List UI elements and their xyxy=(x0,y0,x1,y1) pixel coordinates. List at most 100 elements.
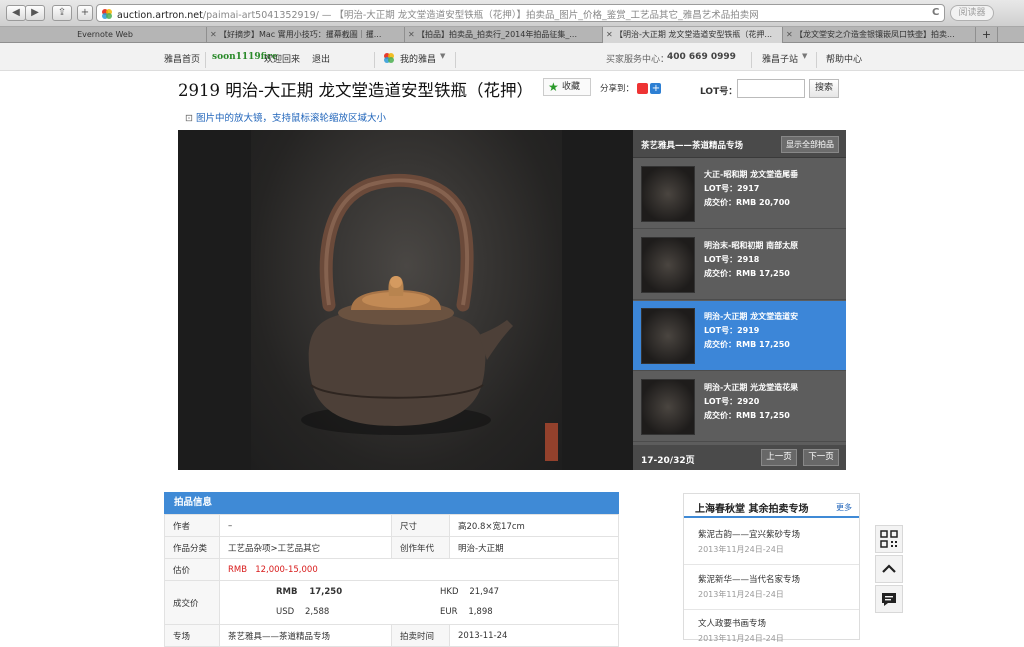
tab-evernote[interactable]: Evernote Web xyxy=(0,27,207,43)
thumb-price: 成交价：RMB 17,250 xyxy=(704,269,790,278)
prev-page-button[interactable]: 上一页 xyxy=(761,449,797,466)
chevron-down-icon[interactable]: ▼ xyxy=(440,52,445,60)
tab-auction-items[interactable]: ✕ 【拍品】拍卖品_拍卖行_2014年拍品征集_... xyxy=(405,27,603,43)
deal-values: RMB 17,250 HKD 21,947 USD 2,588 EUR 1,89… xyxy=(219,580,619,625)
share-plus-icon[interactable]: + xyxy=(650,83,662,94)
back-button[interactable]: ◀ xyxy=(6,5,26,21)
url-path: /paimai-art5041352919/ — 【明治-大正期 龙文堂造道安型… xyxy=(202,10,759,21)
thumb-lot: LOT号：2917 xyxy=(704,184,760,193)
panel-header: 茶艺雅具——茶道精品专场 显示全部拍品 xyxy=(633,130,846,158)
estimate-value: RMB 12,000-15,000 xyxy=(219,558,619,581)
forward-button[interactable]: ▶ xyxy=(25,5,45,21)
share-button[interactable]: ⇪ xyxy=(52,5,72,21)
kettle-thumbnail xyxy=(641,379,695,435)
page-count: 17-20/32页 xyxy=(641,456,695,466)
next-page-button[interactable]: 下一页 xyxy=(803,449,839,466)
share-label: 分享到： xyxy=(600,84,635,94)
weibo-icon[interactable] xyxy=(636,83,648,94)
era-value: 明治-大正期 xyxy=(449,536,619,559)
lot-thumb-item[interactable]: 明治末-昭和初期 南部太原 LOT号：2918 成交价：RMB 17,250 xyxy=(633,230,846,300)
zoom-hint-text: 图片中的放大镜，支持鼠标滚轮缩放区域大小 xyxy=(196,113,387,124)
tab-mac-tips[interactable]: ✕ 【好摘步】Mac 實用小技巧：攫幕截圖｜攫... xyxy=(207,27,405,43)
session-list-item[interactable]: 紫泥新华——当代名家专场 2013年11月24日-24日 xyxy=(698,573,848,600)
table-row: 估价 RMB 12,000-15,000 xyxy=(164,558,619,581)
author-key: 作者 xyxy=(164,514,220,537)
close-icon[interactable]: ✕ xyxy=(210,27,217,43)
lot-photo[interactable] xyxy=(251,130,562,470)
estimate-amount: 12,000-15,000 xyxy=(255,564,318,575)
close-icon[interactable]: ✕ xyxy=(408,27,415,43)
iron-kettle-image xyxy=(301,173,513,435)
reload-icon[interactable]: C xyxy=(932,7,939,18)
hkd-amount: 21,947 xyxy=(469,587,500,597)
thumb-name: 明治-大正期 光龙堂造花果 xyxy=(704,383,799,392)
chevron-down-icon[interactable]: ▼ xyxy=(802,52,807,60)
close-icon[interactable]: ✕ xyxy=(606,27,613,43)
page-title: 2919 明治-大正期 龙文堂造道安型铁瓶（花押） xyxy=(178,81,534,100)
category-key: 作品分类 xyxy=(164,536,220,559)
favorite-button[interactable]: ★ 收藏 xyxy=(543,78,591,96)
thumb-price: 成交价：RMB 20,700 xyxy=(704,198,790,207)
browser-toolbar: ◀ ▶ ⇪ + auction.artron.net/paimai-art504… xyxy=(0,0,1024,27)
lot-search-button[interactable]: 搜索 xyxy=(809,79,839,98)
session-list-item[interactable]: 紫泥古韵——宜兴紫砂专场 2013年11月24日-24日 xyxy=(698,528,848,555)
site-favicon-icon xyxy=(102,9,112,19)
table-row: 作者 – 尺寸 高20.8×宽17cm xyxy=(164,514,619,537)
other-sessions-box: 上海春秋堂 其余拍卖专场 更多 紫泥古韵——宜兴紫砂专场 2013年11月24日… xyxy=(683,493,860,643)
panel-title: 茶艺雅具——茶道精品专场 xyxy=(641,141,744,151)
address-bar[interactable]: auction.artron.net/paimai-art5041352919/… xyxy=(96,4,945,22)
thumb-price: 成交价：RMB 17,250 xyxy=(704,340,790,349)
feedback-icon[interactable] xyxy=(875,585,903,613)
thumb-name: 明治末-昭和初期 南部太原 xyxy=(704,241,799,250)
lot-thumb-item-selected[interactable]: 明治-大正期 龙文堂造道安 LOT号：2919 成交价：RMB 17,250 xyxy=(633,301,846,371)
deal-key: 成交价 xyxy=(164,580,220,625)
site-top-nav: 雅昌首页 soon1119fire 欢迎回来 退出 我的雅昌 ▼ 买家服务中心：… xyxy=(0,43,1024,71)
lot-info-header: 拍品信息 xyxy=(164,492,619,514)
seal-stamp xyxy=(545,423,558,461)
session-name[interactable]: 紫泥古韵——宜兴紫砂专场 xyxy=(698,528,848,540)
more-link[interactable]: 更多 xyxy=(836,502,852,513)
close-icon[interactable]: ✕ xyxy=(786,27,793,43)
category-value: 工艺品杂项>工艺品其它 xyxy=(219,536,392,559)
size-key: 尺寸 xyxy=(391,514,450,537)
tab-kettle-lot[interactable]: ✕ 【龙文堂安之介造金银镶嵌凤口铁壶】拍卖... xyxy=(783,27,976,43)
estimate-key: 估价 xyxy=(164,558,220,581)
qr-code-icon[interactable] xyxy=(875,525,903,553)
show-all-button[interactable]: 显示全部拍品 xyxy=(781,136,839,153)
tab-label: 【明治-大正期 龙文堂造道安型铁瓶（花押... xyxy=(615,30,773,39)
tab-current-lot[interactable]: ✕ 【明治-大正期 龙文堂造道安型铁瓶（花押... xyxy=(603,27,783,43)
kettle-thumbnail xyxy=(641,166,695,222)
session-name[interactable]: 文人政要书画专场 xyxy=(698,617,848,629)
url-text: auction.artron.net/paimai-art5041352919/… xyxy=(117,7,927,21)
back-to-top-icon[interactable] xyxy=(875,555,903,583)
new-tab-button[interactable]: + xyxy=(77,5,93,21)
image-viewer[interactable] xyxy=(178,130,633,470)
lot-search-label: LOT号： xyxy=(700,87,738,97)
table-row: 成交价 RMB 17,250 HKD 21,947 USD 2,588 EUR … xyxy=(164,580,619,625)
my-yachang-menu[interactable]: 我的雅昌 xyxy=(400,52,436,65)
session-date: 2013年11月24日-24日 xyxy=(698,634,784,643)
lot-search-input[interactable] xyxy=(737,79,805,98)
estimate-currency: RMB xyxy=(228,564,248,575)
lot-thumb-item[interactable]: 明治-大正期 光龙堂造花果 LOT号：2920 成交价：RMB 17,250 xyxy=(633,372,846,442)
favorite-label: 收藏 xyxy=(562,82,581,92)
nav-home-link[interactable]: 雅昌首页 xyxy=(164,52,200,65)
session-value[interactable]: 茶艺雅具——茶道精品专场 xyxy=(219,624,392,647)
thumb-lot: LOT号：2920 xyxy=(704,397,760,406)
author-value: – xyxy=(219,514,392,537)
service-label: 买家服务中心： xyxy=(606,55,670,65)
session-name[interactable]: 紫泥新华——当代名家专场 xyxy=(698,573,848,585)
lot-thumb-item[interactable]: 大正-昭和期 龙文堂造尾垂 LOT号：2917 成交价：RMB 20,700 xyxy=(633,159,846,229)
reader-button[interactable]: 阅读器 xyxy=(950,5,994,21)
lot-thumbnail-panel: 茶艺雅具——茶道精品专场 显示全部拍品 大正-昭和期 龙文堂造尾垂 LOT号：2… xyxy=(633,130,846,470)
kettle-thumbnail xyxy=(641,237,695,293)
service-phone: 400 669 0999 xyxy=(667,52,736,62)
substations-menu[interactable]: 雅昌子站 xyxy=(762,52,798,65)
rmb-amount: 17,250 xyxy=(309,587,343,597)
zoom-hint: ⊡ 图片中的放大镜，支持鼠标滚轮缩放区域大小 xyxy=(185,110,386,124)
new-tab-plus-icon[interactable]: + xyxy=(976,27,998,43)
logout-link[interactable]: 退出 xyxy=(312,52,330,65)
help-center-link[interactable]: 帮助中心 xyxy=(826,52,862,65)
thumb-price: 成交价：RMB 17,250 xyxy=(704,411,790,420)
rmb-currency: RMB xyxy=(276,587,298,597)
